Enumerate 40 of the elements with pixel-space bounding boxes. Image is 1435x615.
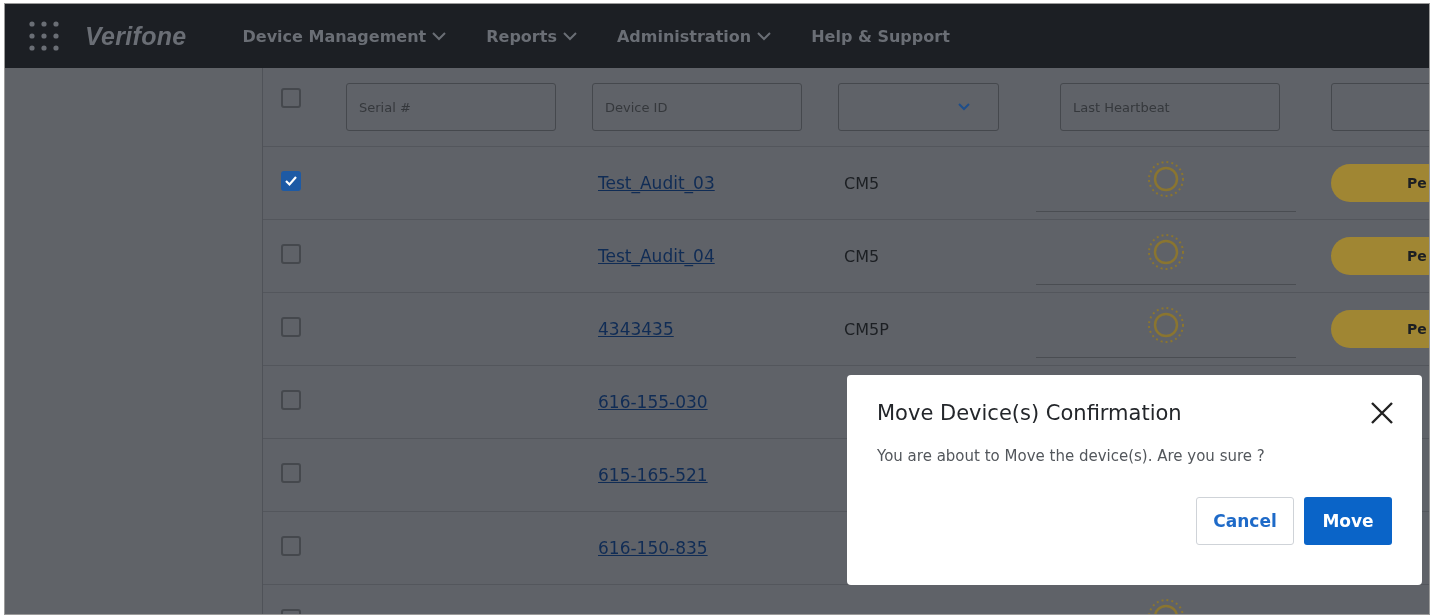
model-text: CM5: [844, 246, 880, 266]
nav-menu[interactable]: Device Management: [242, 26, 447, 46]
heartbeat-status-icon: [1147, 233, 1185, 271]
chevron-down-icon: [757, 31, 772, 41]
model-text: CM5: [844, 173, 880, 193]
logo[interactable]: Verifone: [85, 21, 187, 51]
move-button[interactable]: Move: [1304, 497, 1392, 545]
status-pill: Pe: [1331, 310, 1429, 348]
close-icon[interactable]: [1370, 401, 1394, 425]
row-checkbox[interactable]: [281, 317, 301, 337]
dialog-title: Move Device(s) Confirmation: [877, 401, 1182, 425]
heartbeat-status-icon: [1147, 306, 1185, 344]
device-id-link[interactable]: Test_Audit_04: [598, 246, 715, 266]
status-pill: Pe: [1331, 237, 1429, 275]
cancel-button[interactable]: Cancel: [1196, 497, 1294, 545]
device-id-link[interactable]: 4343435: [598, 319, 674, 339]
model-filter-dropdown[interactable]: [838, 83, 999, 131]
status-filter-field[interactable]: [1331, 83, 1429, 131]
chevron-down-icon: [958, 103, 970, 111]
model-text: CM5P: [844, 319, 889, 339]
device-id-link[interactable]: 616-155-030: [598, 392, 708, 412]
select-all-checkbox[interactable]: [281, 88, 301, 108]
row-checkbox[interactable]: [281, 171, 301, 191]
chevron-down-icon: [562, 31, 577, 41]
row-checkbox[interactable]: [281, 390, 301, 410]
status-pill: Pe: [1331, 164, 1429, 202]
chevron-down-icon: [432, 31, 447, 41]
nav-menu[interactable]: Administration: [616, 26, 772, 46]
row-checkbox[interactable]: [281, 244, 301, 264]
nav-menu[interactable]: Reports: [486, 26, 577, 46]
heartbeat-status-icon: [1147, 160, 1185, 198]
row-checkbox[interactable]: [281, 463, 301, 483]
device-id-link[interactable]: 615-165-521: [598, 465, 708, 485]
dialog-message: You are about to Move the device(s). Are you sure ?: [877, 447, 1266, 465]
device-id-link[interactable]: 616-150-835: [598, 538, 708, 558]
device-id-link[interactable]: Test_Audit_03: [598, 173, 715, 193]
row-checkbox[interactable]: [281, 536, 301, 556]
checkmark-icon: [284, 174, 298, 188]
nav-menu[interactable]: Help & Support: [811, 26, 950, 46]
app-grid-icon[interactable]: [29, 21, 59, 51]
